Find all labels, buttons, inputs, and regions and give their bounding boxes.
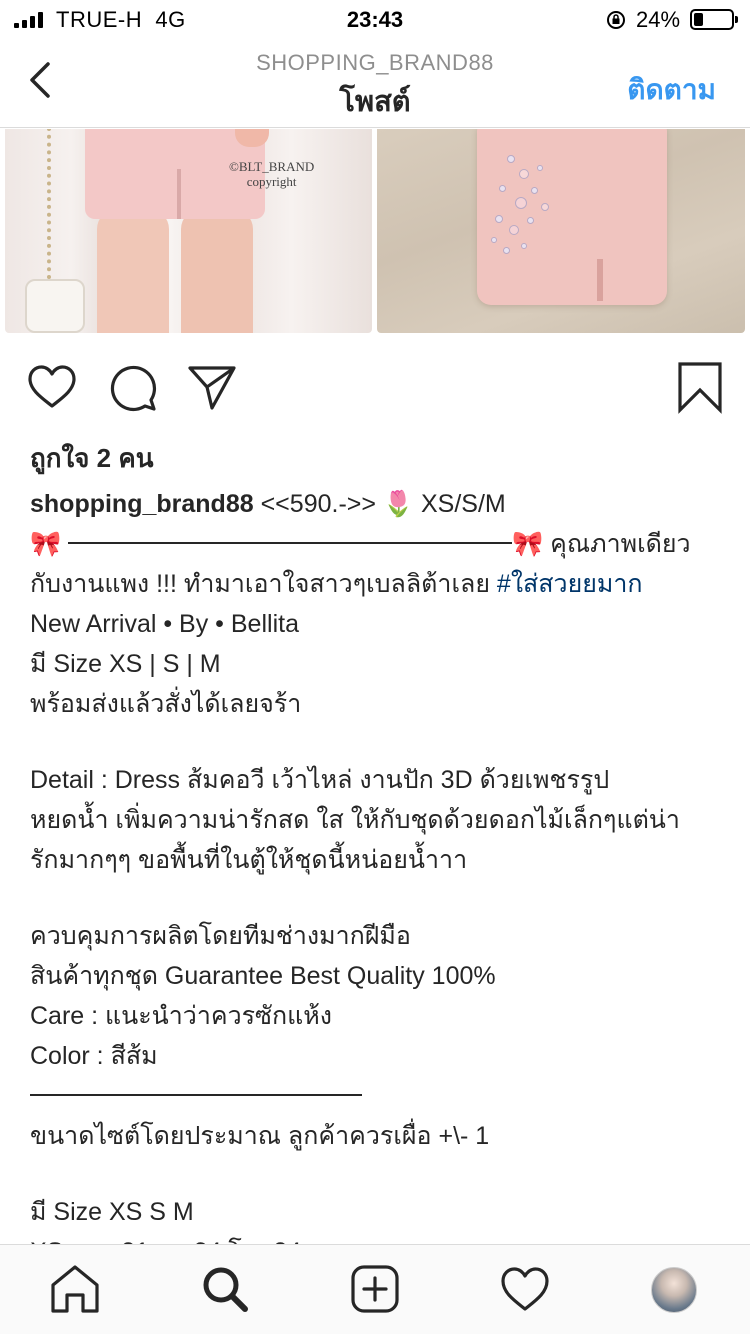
- search-icon: [203, 1267, 248, 1312]
- status-bar: TRUE-H 4G 23:43 24%: [0, 0, 750, 40]
- save-button[interactable]: [672, 360, 728, 416]
- caption-line: Care : แนะนำว่าควรซักแห้ง: [30, 1002, 332, 1030]
- caption-line: มี Size XS S M: [30, 1198, 194, 1226]
- caption-text: กับงานแพง !!! ทำมาเอาใจสาวๆเบลลิต้าเลย: [30, 570, 497, 598]
- share-icon: [188, 366, 236, 410]
- caption-line: สินค้าทุกชุด Guarantee Best Quality 100%: [30, 962, 496, 990]
- caption-sizes: XS/S/M: [414, 490, 506, 518]
- caption-line: ขนาดไซต์โดยประมาณ ลูกค้าควรเผื่อ +\- 1: [30, 1122, 490, 1150]
- caption-line: 🎀 🎀 คุณภาพเดียว: [30, 524, 730, 564]
- post-header: SHOPPING_BRAND88 โพสต์ ติดตาม: [0, 40, 750, 128]
- caption-line: ควบคุมการผลิตโดยทีมช่างมากฝีมือ: [30, 922, 411, 950]
- ribbon-emoji: 🎀: [512, 530, 544, 558]
- new-post-icon: [351, 1265, 399, 1313]
- model-leg-left: [97, 209, 169, 333]
- ribbon-emoji: 🎀: [30, 530, 62, 558]
- like-button[interactable]: [24, 360, 80, 416]
- likes-count[interactable]: ถูกใจ 2 คน: [30, 438, 154, 479]
- share-button[interactable]: [184, 360, 240, 416]
- rotation-lock-icon: [607, 11, 625, 29]
- tab-new-post[interactable]: [347, 1261, 403, 1317]
- pink-skirt-flatlay: [477, 129, 667, 305]
- model-leg-right: [181, 209, 253, 333]
- caption-line: หยดน้ำ เพิ่มความน่ารักสด ใส ให้กับชุดด้ว…: [30, 806, 680, 834]
- caption-hashtag[interactable]: #ใส่สวยยมาก: [497, 570, 643, 598]
- activity-heart-icon: [501, 1267, 549, 1311]
- post-image-carousel[interactable]: ©BLT_BRAND copyright: [0, 129, 750, 335]
- bag-chain: [47, 129, 65, 287]
- caption-line: Detail : Dress ส้มคอวี เว้าไหล่ งานปัก 3…: [30, 766, 610, 794]
- comment-button[interactable]: [104, 360, 160, 416]
- caption-line: รักมากๆๆ ขอพื้นที่ในตู้ให้ชุดนี้หน่อยน้ำ…: [30, 846, 468, 874]
- caption-line: New Arrival • By • Bellita: [30, 610, 299, 638]
- battery-percent: 24%: [636, 7, 681, 32]
- watermark-line-2: copyright: [246, 174, 297, 189]
- caption-line: shopping_brand88 <<590.->> 🌷 XS/S/M: [30, 484, 730, 524]
- caption-divider: [68, 541, 513, 544]
- bottom-tab-bar: [0, 1244, 750, 1334]
- post-actions: [0, 360, 750, 420]
- skirt-slit-flatlay: [597, 259, 603, 301]
- follow-button[interactable]: ติดตาม: [627, 68, 716, 112]
- heart-icon: [28, 365, 76, 408]
- watermark-line-1: ©BLT_BRAND: [229, 159, 315, 174]
- caption-price: <<590.->>: [253, 490, 383, 518]
- caption-line: พร้อมส่งแล้วสั่งได้เลยจร้า: [30, 690, 302, 718]
- handbag: [25, 279, 85, 333]
- comment-icon: [110, 365, 157, 412]
- tulip-emoji: 🌷: [382, 490, 415, 518]
- bookmark-icon: [678, 362, 722, 414]
- skirt-slit: [177, 169, 181, 219]
- tab-search[interactable]: [197, 1261, 253, 1317]
- product-photo-model[interactable]: ©BLT_BRAND copyright: [5, 129, 372, 333]
- caption-text: คุณภาพเดียว: [543, 530, 691, 558]
- caption-username[interactable]: shopping_brand88: [30, 490, 254, 518]
- battery-icon: [690, 9, 738, 30]
- tab-home[interactable]: [47, 1261, 103, 1317]
- caption-line: กับงานแพง !!! ทำมาเอาใจสาวๆเบลลิต้าเลย #…: [30, 564, 730, 604]
- caption-line: มี Size XS | S | M: [30, 650, 221, 678]
- photo-watermark: ©BLT_BRAND copyright: [229, 159, 314, 189]
- home-icon: [51, 1265, 99, 1313]
- caption-divider: [30, 1093, 362, 1096]
- caption-line: [30, 1076, 730, 1116]
- profile-avatar[interactable]: [651, 1267, 697, 1313]
- tab-activity[interactable]: [497, 1261, 553, 1317]
- post-caption: shopping_brand88 <<590.->> 🌷 XS/S/M 🎀 🎀 …: [30, 484, 730, 1272]
- product-photo-flatlay[interactable]: [377, 129, 745, 333]
- caption-line: Color : สีส้ม: [30, 1042, 158, 1070]
